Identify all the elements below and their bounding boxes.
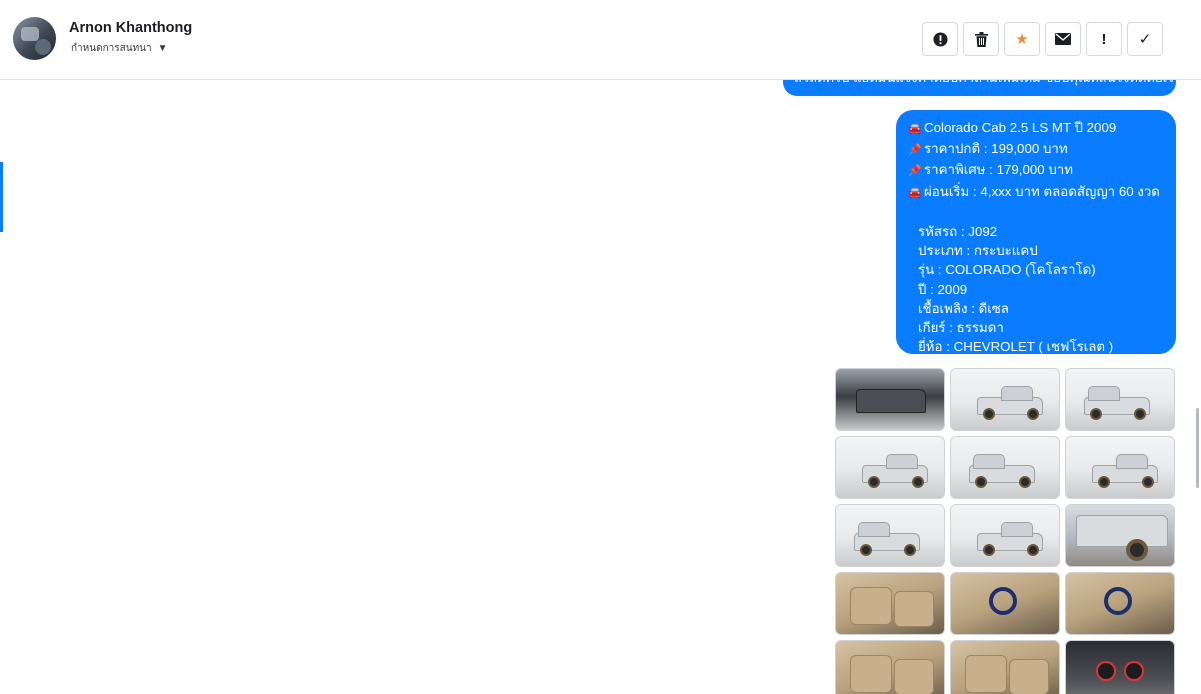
- listing-fuel: เชื้อเพลิง : ดีเซล: [918, 300, 1009, 316]
- photo-dashboard-gauges[interactable]: [1065, 640, 1175, 694]
- listing-normal-price: ราคาปกติ : 199,000 บาท: [924, 141, 1068, 157]
- photo-front[interactable]: [1065, 368, 1175, 431]
- photo-seat-fabric[interactable]: [950, 640, 1060, 694]
- pushpin-icon: 📌: [908, 144, 922, 157]
- listing-installment: ผ่อนเริ่ม : 4,xxx บาท ตลอดสัญญา 60 งวด: [924, 183, 1160, 199]
- header-actions: ★ ! ✓: [922, 22, 1163, 56]
- schedule-dropdown-label: กำหนดการสนทนา: [71, 43, 152, 54]
- photo-front-left[interactable]: [950, 368, 1060, 431]
- mark-done-button[interactable]: ✓: [1127, 22, 1163, 56]
- photo-engine-bay[interactable]: [835, 368, 945, 431]
- listing-gear: เกียร์ : ธรรมดา: [918, 320, 1004, 336]
- photo-side-profile[interactable]: [950, 504, 1060, 567]
- pushpin-icon: 📌: [908, 165, 922, 178]
- photo-wheel-closeup[interactable]: [1065, 504, 1175, 567]
- exclamation-icon: !: [1101, 30, 1107, 48]
- delete-button[interactable]: [963, 22, 999, 56]
- star-button[interactable]: ★: [1004, 22, 1040, 56]
- photo-door-panel[interactable]: [835, 572, 945, 635]
- mark-important-button[interactable]: !: [1086, 22, 1122, 56]
- photo-rear[interactable]: [1065, 436, 1175, 499]
- email-button[interactable]: [1045, 22, 1081, 56]
- listing-brand: ยี่ห้อ : CHEVROLET ( เชฟโรเลต ): [918, 339, 1114, 355]
- listing-title: Colorado Cab 2.5 LS MT ปี 2009: [924, 120, 1117, 135]
- caret-down-icon: ▼: [157, 43, 168, 54]
- listing-year: ปี : 2009: [918, 281, 968, 297]
- scrollbar-thumb[interactable]: [1196, 408, 1199, 488]
- photo-front-three-quarter[interactable]: [835, 436, 945, 499]
- listing-model: รุ่น : COLORADO (โคโลราโด): [918, 262, 1096, 278]
- listing-special-price: ราคาพิเศษ : 179,000 บาท: [924, 162, 1073, 178]
- photo-gallery: [835, 368, 1175, 694]
- star-icon: ★: [1015, 31, 1029, 48]
- car-icon: 🚘: [908, 186, 922, 199]
- message-thread: สวัสดีครับ แอดมินแจ้งคำตอบคำถามเพิ่มเติม…: [0, 80, 1201, 694]
- conversation-header: Arnon Khanthong กำหนดการสนทนา ▼ ★ ! ✓: [0, 0, 1201, 80]
- checkmark-icon: ✓: [1138, 31, 1152, 48]
- car-icon: 🚘: [908, 123, 922, 135]
- trash-icon: [974, 31, 988, 47]
- envelope-icon: [1055, 33, 1071, 45]
- photo-rear-left[interactable]: [835, 504, 945, 567]
- listing-car-code: รหัสรถ : J092: [918, 224, 998, 239]
- photo-rear-seat[interactable]: [835, 640, 945, 694]
- avatar[interactable]: [13, 17, 56, 60]
- contact-name[interactable]: Arnon Khanthong: [69, 20, 192, 36]
- message-text: สวัสดีครับ แอดมินแจ้งคำตอบคำถามเพิ่มเติม…: [794, 80, 1176, 88]
- photo-steering-wheel[interactable]: [950, 572, 1060, 635]
- photo-steering-closeup[interactable]: [1065, 572, 1175, 635]
- listing-type: ประเภท : กระบะแคป: [918, 243, 1038, 259]
- photo-rear-three-quarter[interactable]: [950, 436, 1060, 499]
- schedule-dropdown[interactable]: กำหนดการสนทนา ▼: [71, 41, 168, 56]
- message-bubble-listing[interactable]: 🚘 Colorado Cab 2.5 LS MT ปี 2009 📌 ราคาปกต…: [896, 110, 1176, 354]
- report-button[interactable]: [922, 22, 958, 56]
- message-bubble-previous[interactable]: สวัสดีครับ แอดมินแจ้งคำตอบคำถามเพิ่มเติม…: [783, 80, 1176, 96]
- alert-circle-icon: [932, 31, 948, 47]
